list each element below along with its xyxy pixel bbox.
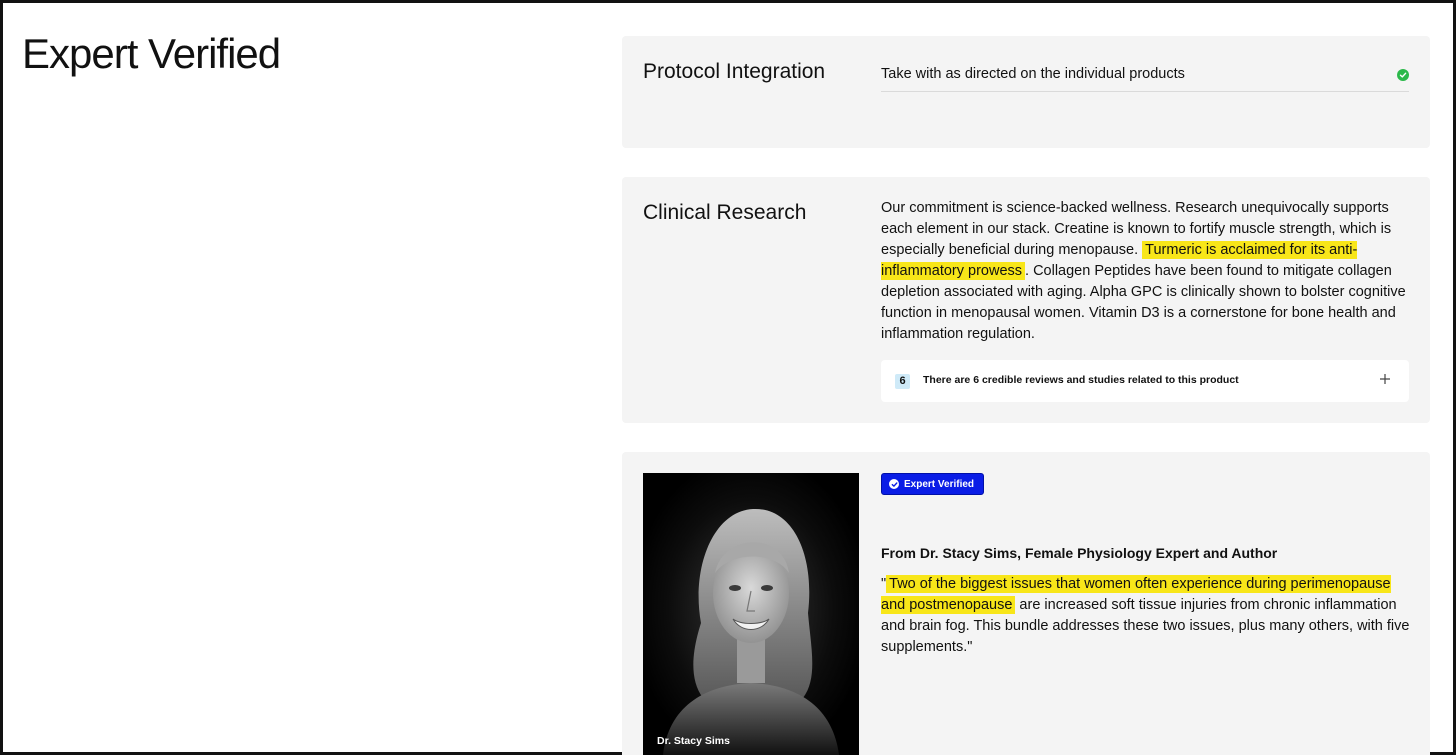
clinical-research-label: Clinical Research — [643, 201, 807, 224]
protocol-integration-card: Protocol Integration Take with as direct… — [622, 36, 1430, 148]
expert-badge-label: Expert Verified — [904, 478, 975, 490]
verified-check-icon — [889, 479, 899, 489]
protocol-text: Take with as directed on the individual … — [881, 66, 1185, 82]
clinical-research-card: Clinical Research Our commitment is scie… — [622, 177, 1430, 423]
protocol-integration-label: Protocol Integration — [643, 60, 826, 83]
plus-icon[interactable] — [1379, 372, 1391, 384]
reviews-summary-text: There are 6 credible reviews and studies… — [923, 374, 1239, 386]
protocol-row: Take with as directed on the individual … — [881, 64, 1409, 92]
expert-verified-badge: Expert Verified — [881, 473, 985, 495]
expert-attribution: From Dr. Stacy Sims, Female Physiology E… — [881, 545, 1278, 561]
reviews-count-badge: 6 — [895, 374, 910, 389]
portrait-illustration — [643, 473, 859, 755]
expert-portrait-photo: Dr. Stacy Sims — [643, 473, 859, 755]
clinical-research-text: Our commitment is science-backed wellnes… — [881, 198, 1411, 345]
reviews-accordion[interactable]: 6 There are 6 credible reviews and studi… — [881, 360, 1409, 402]
page-title: Expert Verified — [22, 30, 281, 77]
expert-verified-card: Dr. Stacy Sims Expert Verified From Dr. … — [622, 452, 1430, 755]
portrait-caption: Dr. Stacy Sims — [657, 735, 730, 747]
expert-quote: " Two of the biggest issues that women of… — [881, 574, 1411, 658]
check-circle-icon — [1397, 69, 1409, 81]
